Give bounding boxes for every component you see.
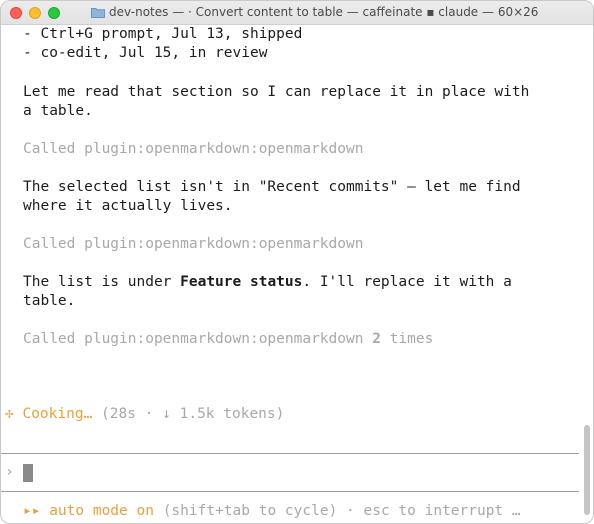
assistant-message-line: The list is under Feature status. I'll r… — [23, 273, 512, 292]
tool-call-line: Called plugin:openmarkdown:openmarkdown — [23, 141, 364, 157]
mode-arrows-icon: ▸▸ — [23, 503, 41, 519]
status-bar: ▸▸ auto mode on (shift+tab to cycle) · e… — [23, 503, 521, 519]
activity-word: Cooking… — [22, 406, 93, 422]
tool-call-count: 2 — [372, 331, 381, 347]
message-text: The list is under — [23, 274, 181, 290]
prompt-input[interactable] — [23, 464, 33, 482]
title-bar: dev-notes — · Convert content to table —… — [1, 1, 593, 25]
assistant-message-line: The selected list isn't in "Recent commi… — [23, 179, 521, 195]
assistant-message-line: a table. — [23, 103, 93, 119]
close-window-button[interactable] — [10, 7, 22, 19]
prompt-caret-icon: › — [5, 464, 14, 480]
list-item: - Ctrl+G prompt, Jul 13, shipped — [23, 26, 303, 42]
tool-call-text: times — [380, 331, 434, 347]
assistant-message-line: Let me read that section so I can replac… — [23, 84, 530, 100]
activity-meta: (28s · ↓ 1.5k tokens) — [92, 406, 285, 422]
status-hint: (shift+tab to cycle) · esc to interrupt … — [153, 503, 521, 519]
activity-indicator: ✢ Cooking… (28s · ↓ 1.5k tokens) — [5, 406, 284, 422]
window-title: dev-notes — · Convert content to table —… — [109, 5, 539, 19]
assistant-message-line: where it actually lives. — [23, 198, 233, 214]
scrollbar-thumb[interactable] — [584, 425, 590, 515]
minimize-window-button[interactable] — [29, 7, 41, 19]
auto-mode-label[interactable]: auto mode on — [40, 503, 154, 519]
terminal-window: dev-notes — · Convert content to table —… — [0, 0, 594, 524]
zoom-window-button[interactable] — [48, 7, 60, 19]
tool-call-line: Called plugin:openmarkdown:openmarkdown — [23, 236, 364, 252]
input-bottom-divider — [1, 491, 579, 492]
assistant-message-line: table. — [23, 293, 76, 309]
input-top-divider — [1, 453, 579, 454]
folder-icon — [91, 8, 105, 18]
tool-call-line: Called plugin:openmarkdown:openmarkdown … — [23, 330, 433, 349]
spinner-icon: ✢ — [5, 406, 14, 422]
message-bold-text: Feature status — [180, 274, 303, 290]
list-item: - co-edit, Jul 15, in review — [23, 45, 268, 61]
message-text: . I'll replace it with a — [302, 274, 512, 290]
tool-call-text: Called plugin:openmarkdown:openmarkdown — [23, 331, 373, 347]
